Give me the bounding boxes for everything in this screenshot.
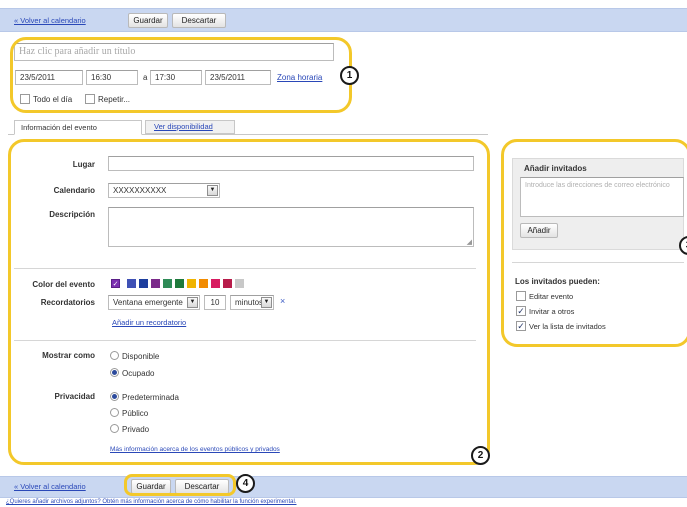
privacy-public-radio[interactable] xyxy=(110,408,119,417)
permission-invite-checkbox[interactable]: ✓ xyxy=(516,306,526,316)
chevron-down-icon: ▼ xyxy=(207,185,218,196)
privacy-label: Privacidad xyxy=(54,392,95,401)
show-as-label: Mostrar como xyxy=(42,351,95,360)
tab-event-info[interactable]: Información del evento xyxy=(14,120,142,135)
guests-divider xyxy=(512,262,684,263)
bottom-save-button[interactable]: Guardar xyxy=(131,479,171,494)
description-label: Descripción xyxy=(49,210,95,219)
bottom-toolbar xyxy=(0,476,687,498)
event-title-placeholder: Haz clic para añadir un título xyxy=(19,46,136,57)
reminder-type-value: Ventana emergente xyxy=(113,298,183,307)
event-title-input[interactable]: Haz clic para añadir un título xyxy=(14,43,334,61)
repeat-label: Repetir... xyxy=(98,95,131,104)
location-label: Lugar xyxy=(72,160,95,169)
color-swatch[interactable] xyxy=(235,279,244,288)
remove-reminder-icon[interactable]: × xyxy=(280,296,285,306)
permission-see-list-checkbox[interactable]: ✓ xyxy=(516,321,526,331)
color-swatch[interactable] xyxy=(127,279,136,288)
privacy-private-radio[interactable] xyxy=(110,424,119,433)
color-swatch[interactable] xyxy=(175,279,184,288)
guest-permissions-heading: Los invitados pueden: xyxy=(515,277,600,286)
resize-handle-icon: ◢ xyxy=(466,239,472,246)
color-swatch[interactable] xyxy=(199,279,208,288)
selected-color-check-icon[interactable]: ✓ xyxy=(111,279,120,288)
reminder-unit-select[interactable]: minutos ▼ xyxy=(230,295,274,310)
calendar-select[interactable]: XXXXXXXXXX ▼ xyxy=(108,183,220,198)
calendar-label: Calendario xyxy=(53,186,95,195)
add-guest-button[interactable]: Añadir xyxy=(520,223,558,238)
show-as-available-radio[interactable] xyxy=(110,351,119,360)
bottom-back-to-calendar-link[interactable]: « Volver al calendario xyxy=(14,482,86,491)
timezone-link[interactable]: Zona horaria xyxy=(277,73,322,82)
permission-see-list-label: Ver la lista de invitados xyxy=(529,322,606,331)
to-label: a xyxy=(143,73,148,82)
color-swatch[interactable] xyxy=(223,279,232,288)
permission-edit-checkbox[interactable] xyxy=(516,291,526,301)
privacy-more-info-link[interactable]: Más información acerca de los eventos pú… xyxy=(110,446,280,453)
tab-availability-label: Ver disponibilidad xyxy=(154,122,213,131)
guest-email-placeholder: Introduce las direcciones de correo elec… xyxy=(525,182,670,189)
callout-badge-2: 2 xyxy=(471,446,490,465)
show-as-busy-radio[interactable] xyxy=(110,368,119,377)
privacy-default-label: Predeterminada xyxy=(122,393,179,402)
guest-email-input[interactable]: Introduce las direcciones de correo elec… xyxy=(520,177,684,217)
show-as-available-label: Disponible xyxy=(122,352,160,361)
callout-badge-1: 1 xyxy=(340,66,359,85)
privacy-private-label: Privado xyxy=(122,425,150,434)
color-swatch[interactable] xyxy=(211,279,220,288)
start-time-input[interactable]: 16:30 xyxy=(86,70,138,85)
guests-heading: Añadir invitados xyxy=(524,164,587,173)
show-as-busy-label: Ocupado xyxy=(122,369,155,378)
reminder-amount-input[interactable]: 10 xyxy=(204,295,226,310)
end-date-input[interactable]: 23/5/2011 xyxy=(205,70,271,85)
repeat-checkbox[interactable] xyxy=(85,94,95,104)
start-date-input[interactable]: 23/5/2011 xyxy=(15,70,83,85)
color-swatch[interactable] xyxy=(163,279,172,288)
bottom-discard-button[interactable]: Descartar xyxy=(175,479,229,494)
section-divider-1 xyxy=(14,268,476,269)
color-swatch[interactable] xyxy=(139,279,148,288)
back-to-calendar-link[interactable]: « Volver al calendario xyxy=(14,16,86,25)
all-day-checkbox[interactable] xyxy=(20,94,30,104)
top-toolbar xyxy=(0,8,687,32)
end-time-input[interactable]: 17:30 xyxy=(150,70,202,85)
save-button[interactable]: Guardar xyxy=(128,13,168,28)
privacy-public-label: Público xyxy=(122,409,149,418)
all-day-label: Todo el día xyxy=(33,95,73,104)
location-input[interactable] xyxy=(108,156,474,171)
callout-badge-3: 3 xyxy=(679,236,687,255)
reminders-label: Recordatorios xyxy=(40,298,95,307)
tab-availability[interactable]: Ver disponibilidad xyxy=(145,120,235,134)
calendar-value: XXXXXXXXXX xyxy=(113,186,167,195)
attachments-footer-note[interactable]: ¿Quieres añadir archivos adjuntos? Obtén… xyxy=(6,499,296,505)
privacy-default-radio[interactable] xyxy=(110,392,119,401)
color-swatch[interactable] xyxy=(151,279,160,288)
permission-edit-label: Editar evento xyxy=(529,292,574,301)
section-divider-2 xyxy=(14,340,476,341)
event-color-label: Color del evento xyxy=(32,280,95,289)
color-swatch[interactable] xyxy=(187,279,196,288)
chevron-down-icon: ▼ xyxy=(261,297,272,308)
callout-badge-4: 4 xyxy=(236,474,255,493)
add-reminder-link[interactable]: Añadir un recordatorio xyxy=(112,318,186,327)
tab-event-info-label: Información del evento xyxy=(21,123,97,132)
reminder-unit-value: minutos xyxy=(235,298,264,307)
event-color-picker[interactable]: ✓ xyxy=(111,279,251,290)
discard-button[interactable]: Descartar xyxy=(172,13,226,28)
description-textarea[interactable]: ◢ xyxy=(108,207,474,247)
permission-invite-label: Invitar a otros xyxy=(529,307,575,316)
chevron-down-icon: ▼ xyxy=(187,297,198,308)
reminder-type-select[interactable]: Ventana emergente ▼ xyxy=(108,295,200,310)
